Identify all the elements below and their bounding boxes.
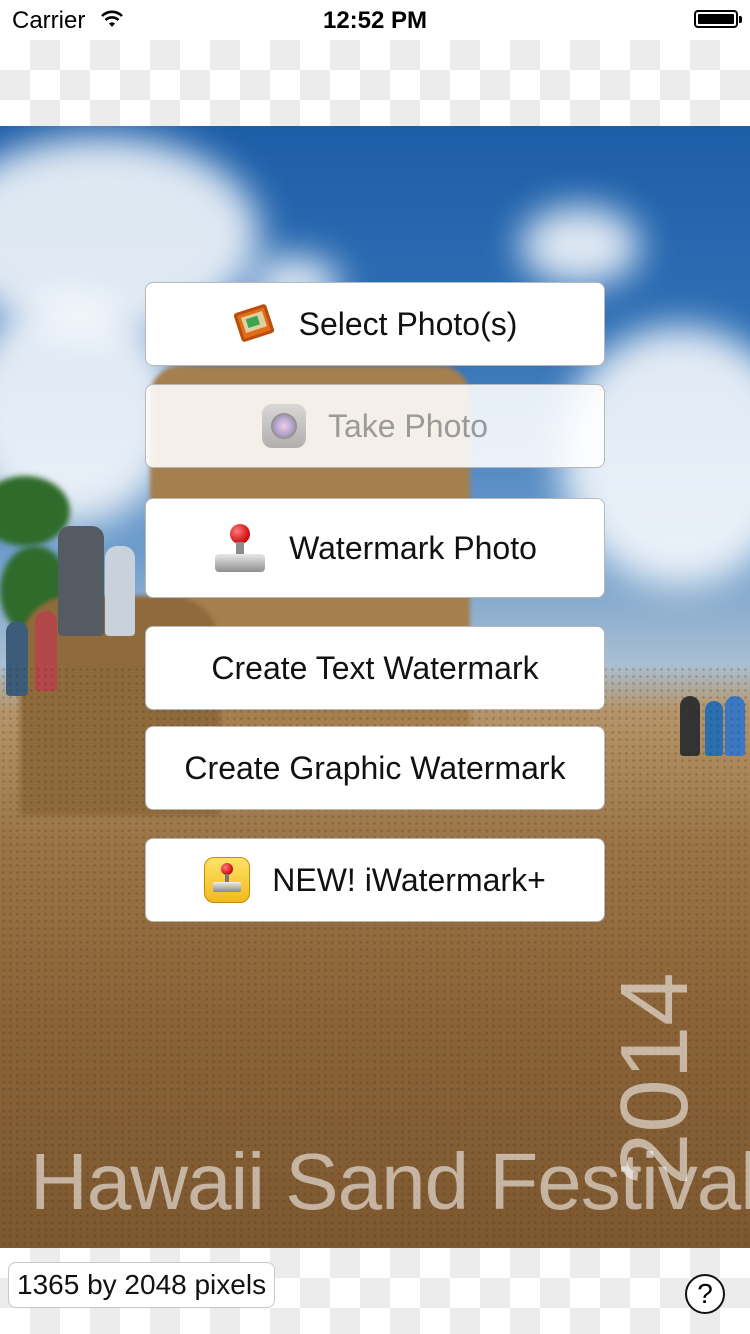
take-photo-button[interactable]: Take Photo	[145, 384, 605, 468]
battery-icon	[694, 10, 742, 28]
transparent-background-top	[0, 40, 750, 126]
select-photos-label: Select Photo(s)	[298, 305, 518, 342]
photo-watermark-year: 2014	[601, 972, 708, 1186]
watermark-photo-label: Watermark Photo	[289, 529, 537, 566]
image-size-badge: 1365 by 2048 pixels	[8, 1262, 276, 1308]
create-text-watermark-label: Create Text Watermark	[211, 649, 539, 686]
iwatermark-plus-button[interactable]: NEW! iWatermark+	[145, 838, 605, 922]
create-text-watermark-button[interactable]: Create Text Watermark	[145, 626, 605, 710]
stamp-icon	[213, 522, 267, 574]
create-graphic-watermark-label: Create Graphic Watermark	[184, 749, 566, 786]
select-photos-button[interactable]: Select Photo(s)	[145, 282, 605, 366]
photo-album-icon	[232, 303, 277, 344]
status-time: 12:52 PM	[322, 7, 428, 34]
status-bar: Carrier 12:52 PM	[0, 0, 750, 40]
watermark-photo-button[interactable]: Watermark Photo	[145, 498, 605, 598]
camera-icon	[261, 404, 306, 448]
iwatermark-plus-label: NEW! iWatermark+	[272, 861, 546, 898]
create-graphic-watermark-button[interactable]: Create Graphic Watermark	[145, 726, 605, 810]
help-button[interactable]: ?	[685, 1274, 725, 1314]
take-photo-label: Take Photo	[327, 407, 489, 444]
iwatermark-app-icon	[204, 857, 251, 903]
